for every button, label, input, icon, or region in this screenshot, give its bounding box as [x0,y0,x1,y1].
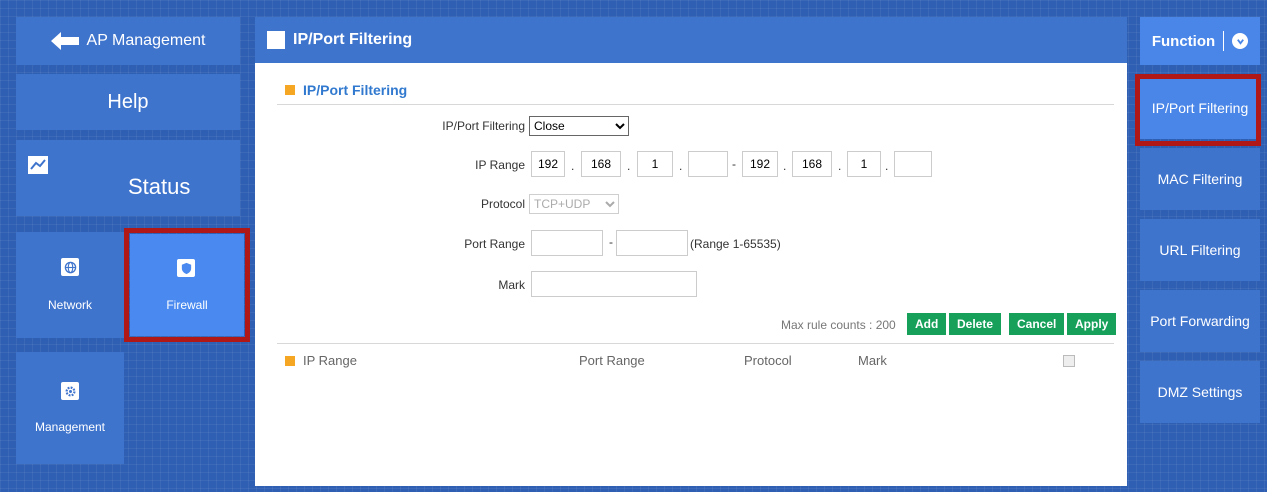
col-header-mark: Mark [858,353,887,368]
mark-input[interactable] [531,271,697,297]
help-tile[interactable]: Help [16,74,240,130]
content-panel: IP/Port Filtering IP/Port Filtering Clos… [255,63,1127,486]
chevron-down-icon [1232,33,1249,49]
select-all-checkbox[interactable] [1063,355,1075,367]
ip-start-octet-4[interactable] [688,151,728,177]
col-header-port-range: Port Range [579,353,645,368]
port-range-label: Port Range [464,237,525,251]
cancel-button[interactable]: Cancel [1009,313,1065,335]
ip-start-octet-1[interactable] [531,151,565,177]
function-item-label: MAC Filtering [1157,171,1243,187]
function-item-url-filtering[interactable]: URL Filtering [1140,219,1260,281]
max-rule-counts: Max rule counts : 200 [781,318,896,332]
network-tile[interactable]: Network [16,232,124,338]
function-title: Function [1151,32,1216,50]
ip-start-octet-3[interactable] [637,151,673,177]
octet-dot: . [571,159,575,173]
port-range-separator: - [609,235,613,249]
function-item-port-forwarding[interactable]: Port Forwarding [1140,290,1260,352]
function-item-mac-filtering[interactable]: MAC Filtering [1140,148,1260,210]
function-item-label: URL Filtering [1159,242,1241,258]
back-label: AP Management [86,32,206,49]
col-header-protocol: Protocol [744,353,792,368]
octet-dot: . [783,159,787,173]
section-title-text: IP/Port Filtering [303,82,408,98]
protocol-select[interactable]: TCP+UDP [529,194,619,214]
firewall-highlight-frame [124,228,250,342]
page-header: IP/Port Filtering [255,17,1127,63]
octet-dot: . [885,159,889,173]
apply-button[interactable]: Apply [1067,313,1117,335]
function-highlight-frame [1135,74,1261,146]
management-tile[interactable]: Management [16,352,124,464]
ip-range-label: IP Range [475,158,525,172]
octet-dot: . [679,159,683,173]
help-label: Help [107,90,149,113]
ip-range-separator: - [732,157,736,171]
function-menu-header[interactable]: Function [1140,17,1260,65]
section-bullet-icon [285,85,295,95]
page-title: IP/Port Filtering [293,31,413,48]
status-tile[interactable]: Status [16,140,240,216]
delete-button[interactable]: Delete [949,313,1002,335]
col-header-ip-range: IP Range [285,353,357,368]
ip-end-octet-1[interactable] [742,151,778,177]
filter-label: IP/Port Filtering [442,119,525,133]
octet-dot: . [838,159,842,173]
col-ip-range-text: IP Range [303,353,357,368]
port-range-hint: (Range 1-65535) [690,237,781,251]
filter-select[interactable]: Close [529,116,629,136]
add-button[interactable]: Add [907,313,947,335]
ip-end-octet-2[interactable] [792,151,832,177]
globe-icon [61,258,79,276]
divider [277,104,1114,105]
divider [1223,31,1225,51]
port-end-input[interactable] [616,230,688,256]
management-label: Management [34,420,106,434]
square-icon [267,31,285,49]
port-start-input[interactable] [531,230,603,256]
chart-line-icon [28,156,48,174]
octet-dot: . [627,159,631,173]
section-title: IP/Port Filtering [285,82,407,98]
gear-icon [61,382,79,400]
function-item-dmz-settings[interactable]: DMZ Settings [1140,361,1260,423]
protocol-label: Protocol [480,197,525,211]
ip-start-octet-2[interactable] [581,151,621,177]
table-bullet-icon [285,355,295,366]
status-label: Status [128,174,191,199]
network-label: Network [47,298,92,312]
arrow-left-icon [50,32,79,50]
divider [277,343,1114,344]
function-item-label: Port Forwarding [1150,313,1250,329]
ip-end-octet-3[interactable] [847,151,881,177]
function-item-label: DMZ Settings [1157,384,1243,400]
ap-management-back-button[interactable]: AP Management [16,17,240,65]
ip-end-octet-4[interactable] [894,151,932,177]
mark-label: Mark [498,278,525,292]
